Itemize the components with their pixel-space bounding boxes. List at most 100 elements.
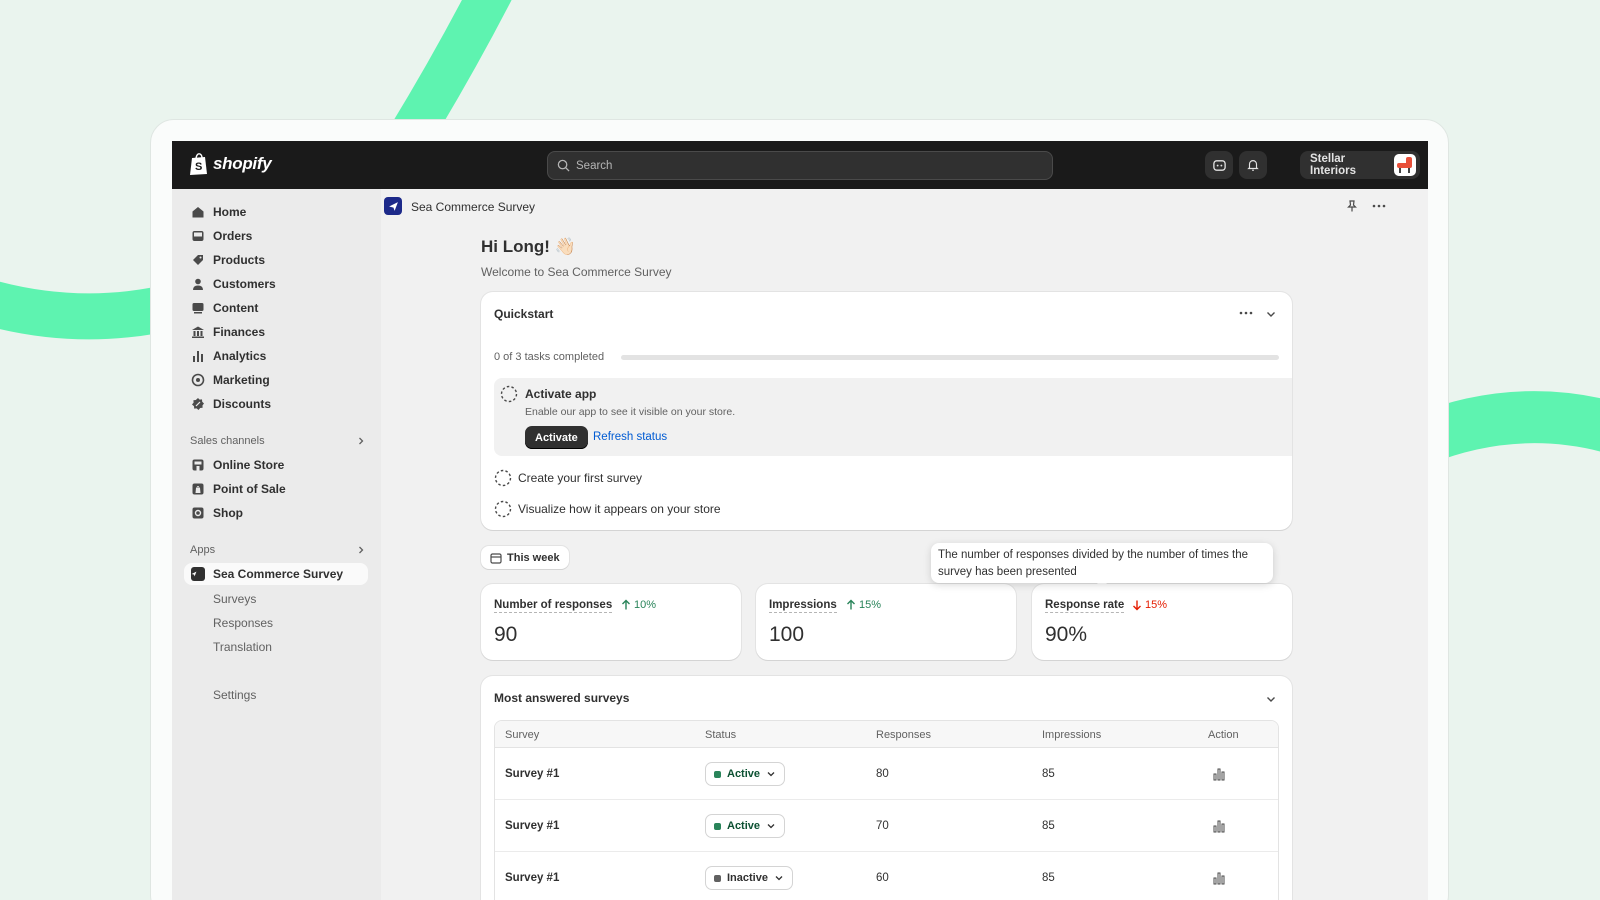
sidebar-item-online-store[interactable]: Online Store [184, 454, 368, 476]
analytics-action-icon[interactable] [1212, 819, 1226, 833]
survey-name: Survey #1 [505, 872, 560, 884]
sidebar-item-label: Home [213, 205, 247, 219]
task-activate-app[interactable]: Activate app Enable our app to see it vi… [494, 378, 1292, 456]
sidebar-item-analytics[interactable]: Analytics [184, 345, 368, 367]
table-row: Survey #1 Inactive 60 85 [495, 853, 1278, 900]
sidebar-subitem-responses[interactable]: Responses [213, 616, 273, 630]
sidebar-item-label: Orders [213, 229, 253, 243]
search-input[interactable] [576, 159, 1016, 172]
bank-icon [192, 326, 204, 338]
progress-label: 0 of 3 tasks completed [494, 351, 605, 363]
chevron-down-icon[interactable] [1264, 307, 1278, 321]
page-subtitle: Welcome to Sea Commerce Survey [481, 265, 672, 279]
svg-text:S: S [195, 161, 202, 173]
card-title: Most answered surveys [494, 691, 630, 705]
task-title: Activate app [525, 387, 597, 401]
stat-card-response-rate[interactable]: Response rate 15% 90% [1032, 584, 1292, 660]
sidebar-item-finances[interactable]: Finances [184, 321, 368, 343]
target-icon [191, 373, 205, 387]
trend-value: 15% [859, 599, 882, 611]
sidebar-item-content[interactable]: Content [184, 297, 368, 319]
responses-cell: 80 [876, 768, 889, 780]
apps-section[interactable]: Apps [190, 544, 366, 556]
stat-value: 100 [769, 623, 805, 646]
table-row: Survey #1 Active 80 85 [495, 749, 1278, 800]
date-range-label: This week [507, 551, 560, 564]
sidebar-item-customers[interactable]: Customers [184, 273, 368, 295]
discount-icon [192, 398, 204, 410]
stat-card-impressions[interactable]: Impressions 15% 100 [756, 584, 1016, 660]
store-name: Stellar Interiors [1310, 153, 1357, 177]
sidebar-item-label: Sea Commerce Survey [213, 567, 344, 581]
sidebar-item-point-of-sale[interactable]: Point of Sale [184, 478, 368, 500]
sidebar-item-home[interactable]: Home [184, 201, 368, 223]
stat-label[interactable]: Response rate [1045, 599, 1125, 613]
tag-icon [193, 255, 203, 265]
status-dropdown[interactable]: Inactive [705, 866, 793, 890]
content-icon [192, 303, 204, 314]
sidebar-item-products[interactable]: Products [184, 249, 368, 271]
calendar-icon [490, 552, 502, 564]
date-range-button[interactable]: This week [481, 546, 569, 569]
stat-card-responses[interactable]: Number of responses 10% 90 [481, 584, 741, 660]
sidebar-item-sea-commerce-survey[interactable]: Sea Commerce Survey [184, 563, 368, 585]
analytics-action-icon[interactable] [1212, 871, 1226, 885]
sidebar-item-shop[interactable]: Shop [184, 502, 368, 524]
status-dropdown[interactable]: Active [705, 814, 786, 838]
sidebar-subitem-translation[interactable]: Translation [213, 640, 272, 654]
search-bar[interactable] [547, 151, 1053, 180]
sidebar-subitem-surveys[interactable]: Surveys [213, 592, 256, 606]
column-header: Action [1208, 729, 1239, 741]
task-description: Enable our app to see it visible on your… [525, 406, 736, 418]
sidebar-item-label: Discounts [213, 397, 272, 411]
refresh-status-link[interactable]: Refresh status [593, 431, 667, 443]
search-icon [557, 159, 570, 172]
shopify-logo[interactable]: S shopify [189, 152, 272, 176]
sidebar-item-label: Finances [213, 325, 266, 339]
chevron-right-icon [359, 437, 364, 445]
chevron-down-icon [767, 824, 775, 829]
progress-bar [621, 355, 1279, 360]
sidebar-item-orders[interactable]: Orders [184, 225, 368, 247]
shopify-admin-window: S shopify Stellar Interiors Home [172, 141, 1428, 900]
dashed-circle-icon[interactable] [494, 469, 512, 487]
sidebar-item-label: Shop [213, 506, 243, 520]
stat-label[interactable]: Impressions [769, 599, 837, 613]
trend-value: 15% [1145, 599, 1168, 611]
pin-icon[interactable] [1345, 199, 1359, 213]
arrow-up-icon [622, 599, 630, 610]
dashed-circle-icon[interactable] [494, 500, 512, 518]
send-icon [388, 201, 398, 211]
surveys-table: Survey Status Responses Impressions Acti… [494, 720, 1279, 900]
dashed-circle-icon[interactable] [500, 385, 518, 403]
chevron-down-icon[interactable] [1264, 692, 1278, 706]
task-visualize-store[interactable]: Visualize how it appears on your store [494, 500, 721, 518]
top-bar: S shopify Stellar Interiors [172, 141, 1428, 189]
impressions-cell: 85 [1042, 872, 1055, 884]
task-title: Create your first survey [518, 471, 643, 485]
chevron-right-icon [359, 546, 364, 554]
activate-button[interactable]: Activate [525, 426, 588, 449]
sales-channels-section[interactable]: Sales channels [190, 435, 366, 447]
more-actions-icon[interactable] [1238, 306, 1254, 320]
trend-indicator: 15% [1131, 599, 1167, 611]
apps-heading: Apps [190, 544, 216, 556]
stat-label[interactable]: Number of responses [494, 599, 613, 613]
more-actions-icon[interactable] [1371, 199, 1387, 213]
store-menu-button[interactable]: Stellar Interiors [1300, 151, 1420, 179]
status-dropdown[interactable]: Active [705, 762, 786, 786]
chevron-down-icon [767, 772, 775, 777]
chair-icon [1397, 157, 1413, 173]
shopify-bag-icon: S [190, 153, 207, 175]
impressions-cell: 85 [1042, 768, 1055, 780]
sidebar-item-settings[interactable]: Settings [213, 688, 256, 702]
sidebar-item-marketing[interactable]: Marketing [184, 369, 368, 391]
arrow-down-icon [1133, 600, 1141, 611]
task-create-survey[interactable]: Create your first survey [494, 469, 642, 487]
column-header: Status [705, 729, 737, 741]
analytics-action-icon[interactable] [1212, 767, 1226, 781]
assistant-button[interactable] [1205, 151, 1233, 179]
sidebar-item-discounts[interactable]: Discounts [184, 393, 368, 415]
notifications-button[interactable] [1239, 151, 1267, 179]
sidebar-item-label: Analytics [213, 349, 267, 363]
